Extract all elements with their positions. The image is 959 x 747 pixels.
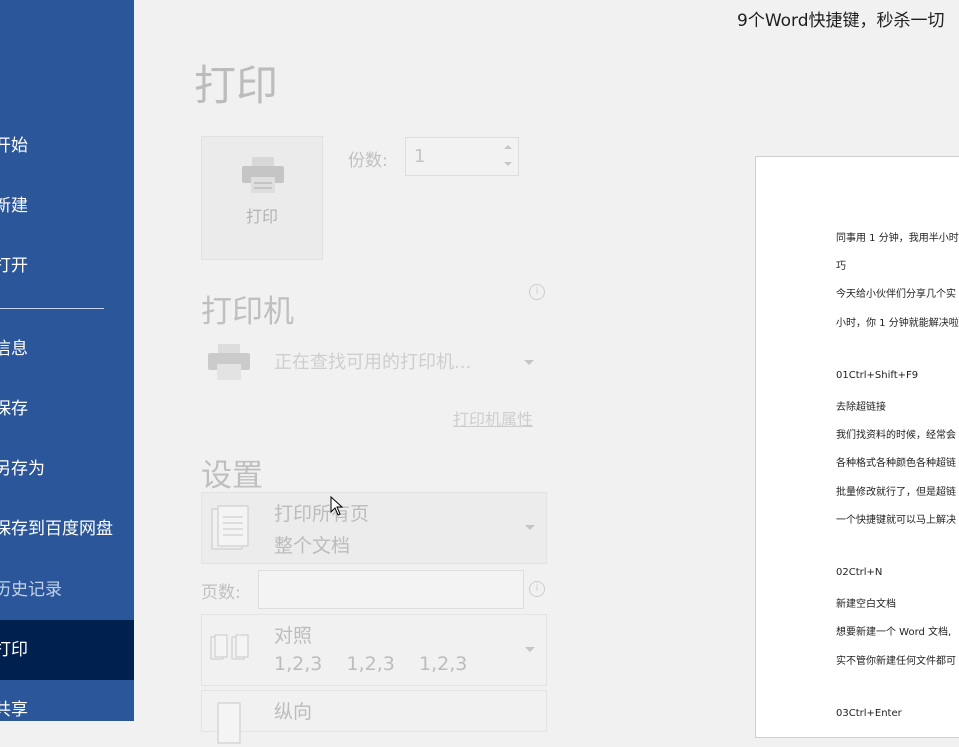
nav-label: 打开 <box>0 256 28 276</box>
nav-info[interactable]: 信息 <box>0 319 134 379</box>
nav-save-as[interactable]: 另存为 <box>0 439 134 499</box>
print-heading: 打印 <box>194 61 279 110</box>
print-range-select[interactable]: 打印所有页 整个文档 <box>201 492 547 564</box>
preview-line: 小时，你 1 分钟就能解决啦 <box>836 318 959 329</box>
document-pages-icon <box>211 505 249 550</box>
nav-label: 信息 <box>0 339 28 359</box>
preview-line: 我们找资料的时候，经常会 <box>836 430 956 441</box>
mouse-cursor-icon <box>330 496 344 516</box>
printer-select[interactable]: 正在查找可用的打印机... <box>274 348 471 374</box>
nav-divider <box>0 308 104 309</box>
preview-line: 同事用 1 分钟，我用半小时 <box>836 233 959 244</box>
nav-label: 另存为 <box>0 459 45 479</box>
preview-line: 新建空白文档 <box>836 599 896 610</box>
preview-line: 01Ctrl+Shift+F9 <box>836 370 919 381</box>
nav-label: 开始 <box>0 136 28 156</box>
nav-open[interactable]: 打开 <box>0 236 134 296</box>
nav-label: 历史记录 <box>0 580 62 600</box>
preview-line: 今天给小伙伴们分享几个实 <box>836 289 956 300</box>
settings-heading: 设置 <box>201 458 263 494</box>
preview-line: 巧 <box>836 261 846 272</box>
orientation-title: 纵向 <box>274 701 313 723</box>
nav-label: 保存 <box>0 399 28 419</box>
nav-print[interactable]: 打印 <box>0 620 134 680</box>
copies-stepper[interactable]: 1 <box>405 137 519 176</box>
nav-save-to-baidu[interactable]: 保存到百度网盘 <box>0 499 134 559</box>
printer-icon <box>208 344 250 380</box>
preview-line: 各种格式各种颜色各种超链 <box>836 458 956 469</box>
preview-line: 一个快捷键就可以马上解决 <box>836 515 956 526</box>
chevron-down-icon <box>525 647 535 652</box>
collate-subtitle: 1,2,3 1,2,3 1,2,3 <box>274 653 468 675</box>
preview-line: 去除超链接 <box>836 402 886 413</box>
collate-select[interactable]: 对照 1,2,3 1,2,3 1,2,3 <box>201 614 547 686</box>
nav-home[interactable]: 开始 <box>0 116 134 176</box>
nav-new[interactable]: 新建 <box>0 176 134 236</box>
nav-label: 保存到百度网盘 <box>0 519 113 539</box>
nav-label: 打印 <box>0 640 28 660</box>
print-button[interactable]: 打印 <box>201 136 323 260</box>
orientation-select[interactable]: 纵向 <box>201 690 547 744</box>
increment-icon[interactable] <box>504 145 512 149</box>
collate-icon <box>210 634 249 660</box>
preview-line: 批量修改就行了，但是超链 <box>836 487 956 498</box>
nav-history[interactable]: 历史记录 <box>0 560 134 620</box>
nav-share[interactable]: 共享 <box>0 680 134 740</box>
collate-title: 对照 <box>274 625 313 647</box>
print-range-subtitle: 整个文档 <box>274 535 351 557</box>
nav-label: 新建 <box>0 196 28 216</box>
print-range-title: 打印所有页 <box>274 503 370 525</box>
preview-line: 想要新建一个 Word 文档, <box>836 627 952 638</box>
copies-label: 份数: <box>348 151 388 171</box>
backstage-sidebar: 开始 新建 打开 信息 保存 另存为 保存到百度网盘 历史记录 打印 共享 <box>0 0 134 721</box>
chevron-down-icon <box>525 525 535 530</box>
preview-line: 实不管你新建任何文件都可 <box>836 656 956 667</box>
print-button-label: 打印 <box>245 207 278 226</box>
print-pane: 打印 打印 份数: 1 打印机 i 正在查找可用的打印机... 打印机属性 设置 <box>134 0 754 744</box>
nav-save[interactable]: 保存 <box>0 379 134 439</box>
document-title: 9个Word快捷键，秒杀一切 <box>737 11 945 31</box>
info-icon[interactable]: i <box>529 284 545 300</box>
preview-line: 02Ctrl+N <box>836 567 883 578</box>
pages-input[interactable] <box>258 570 524 609</box>
printer-properties-link[interactable]: 打印机属性 <box>453 406 533 430</box>
info-icon[interactable]: i <box>529 581 545 597</box>
copies-value: 1 <box>414 146 426 167</box>
preview-line: 03Ctrl+Enter <box>836 708 902 719</box>
decrement-icon[interactable] <box>504 162 512 166</box>
pages-label: 页数: <box>201 583 241 603</box>
printer-heading: 打印机 <box>201 294 294 330</box>
print-preview-page: 同事用 1 分钟，我用半小时 巧 今天给小伙伴们分享几个实 小时，你 1 分钟就… <box>755 156 959 738</box>
printer-icon <box>242 157 284 193</box>
orientation-icon <box>217 702 241 744</box>
chevron-down-icon[interactable] <box>524 360 534 365</box>
nav-label: 共享 <box>0 700 28 720</box>
